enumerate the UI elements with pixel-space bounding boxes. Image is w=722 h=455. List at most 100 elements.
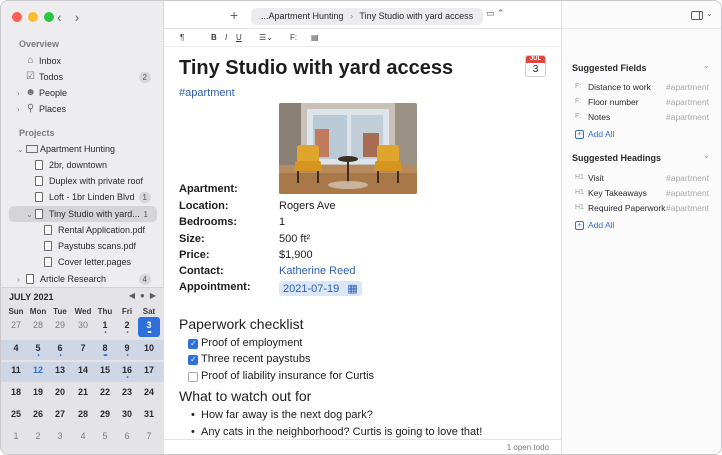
sidebar-item-todos[interactable]: ☑ Todos 2 — [1, 69, 164, 85]
note-editor[interactable]: Tiny Studio with yard access #apartment … — [164, 47, 561, 454]
back-arrow-icon[interactable]: ‹ — [57, 9, 62, 25]
calendar-day[interactable]: 5 — [94, 428, 116, 448]
next-month-icon[interactable]: ▶ — [150, 291, 156, 300]
property-value[interactable]: 1 — [279, 216, 285, 228]
suggested-field-item[interactable]: F: Notes #apartment — [575, 112, 715, 126]
contact-link[interactable]: Katherine Reed — [279, 265, 355, 277]
chevron-down-icon[interactable]: ⌄ — [703, 151, 710, 160]
suggested-fields-title[interactable]: Suggested Fields — [572, 63, 647, 73]
sidebar-item-inbox[interactable]: ⌂ Inbox — [1, 53, 164, 69]
calendar-day[interactable]: 13 — [49, 362, 71, 382]
sidebar-note[interactable]: › Article Research 4 — [1, 271, 164, 287]
calendar-day[interactable]: 10 — [138, 340, 160, 360]
calendar-day[interactable]: 14 — [72, 362, 94, 382]
chevron-down-icon[interactable]: ⌄ — [17, 145, 24, 154]
calendar-day[interactable]: 4 — [5, 340, 27, 360]
sidebar-folder[interactable]: ⌄ Apartment Hunting — [1, 141, 164, 157]
list-style-icon[interactable]: ☰⌄ — [259, 33, 273, 42]
prev-month-icon[interactable]: ◀ — [129, 291, 135, 300]
paragraph-style-icon[interactable]: ¶ — [180, 33, 184, 42]
breadcrumb-current[interactable]: Tiny Studio with yard access — [359, 11, 473, 21]
calendar-day[interactable]: 31 — [138, 406, 160, 426]
calendar-day[interactable]: 8 ••• — [94, 340, 116, 360]
minimize-window-button[interactable] — [28, 12, 38, 22]
checkbox-checked[interactable] — [188, 355, 198, 365]
todo-text[interactable]: Three recent paystubs — [201, 353, 310, 365]
sidebar-note[interactable]: Loft - 1br Linden Blvd 1 — [1, 189, 164, 205]
sidebar-attachment[interactable]: Rental Application.pdf — [1, 222, 164, 238]
watch-heading[interactable]: What to watch out for — [179, 388, 311, 404]
property-value[interactable]: $1,900 — [279, 249, 313, 261]
suggested-field-item[interactable]: F: Floor number #apartment — [575, 97, 715, 111]
chevron-right-icon[interactable]: › — [17, 89, 20, 98]
chevron-down-icon[interactable]: ⌄ — [26, 210, 33, 219]
open-todo-count[interactable]: 1 open todo — [507, 443, 549, 452]
chevron-down-icon[interactable]: ⌄ — [703, 61, 710, 70]
add-all-headings-button[interactable]: + Add All — [575, 220, 614, 230]
calendar-day[interactable]: 19 — [27, 384, 49, 404]
property-value[interactable]: Rogers Ave — [279, 200, 336, 212]
appointment-date-chip[interactable]: 2021-07-19 ▦ — [279, 281, 362, 296]
calendar-day[interactable]: 17 — [138, 362, 160, 382]
checkbox-checked[interactable] — [188, 339, 198, 349]
calendar-day[interactable]: 24 — [138, 384, 160, 404]
suggested-headings-title[interactable]: Suggested Headings — [572, 153, 661, 163]
calendar-day[interactable]: 4 — [72, 428, 94, 448]
sidebar-attachment[interactable]: Paystubs scans.pdf — [1, 238, 164, 254]
apartment-photo[interactable] — [279, 103, 417, 194]
calendar-day[interactable]: 30 — [116, 406, 138, 426]
calendar-day[interactable]: 28 — [27, 317, 49, 337]
calendar-day[interactable]: 27 — [49, 406, 71, 426]
calendar-day[interactable]: 30 — [72, 317, 94, 337]
note-tag[interactable]: #apartment — [179, 87, 235, 99]
bold-button[interactable]: B — [211, 33, 217, 42]
checkbox-unchecked[interactable] — [188, 372, 198, 382]
note-title[interactable]: Tiny Studio with yard access — [179, 57, 453, 80]
chevron-right-icon[interactable]: › — [17, 275, 20, 284]
calendar-day[interactable]: 1 — [5, 428, 27, 448]
calendar-day[interactable]: 21 — [72, 384, 94, 404]
bullet-item[interactable]: Any cats in the neighborhood? Curtis is … — [191, 426, 482, 438]
chevron-down-icon[interactable]: ⌄ — [706, 9, 713, 18]
today-dot-icon[interactable]: ● — [140, 291, 145, 300]
sidebar-note[interactable]: 2br, downtown — [1, 157, 164, 173]
close-window-button[interactable] — [12, 12, 22, 22]
document-menu-icon[interactable]: ▭ ⌃ — [486, 8, 505, 19]
checklist-heading[interactable]: Paperwork checklist — [179, 316, 304, 332]
calendar-day[interactable]: 1 • — [94, 317, 116, 337]
todo-text[interactable]: Proof of liability insurance for Curtis — [201, 370, 374, 382]
insert-table-icon[interactable]: ▤ — [311, 33, 319, 42]
property-value[interactable]: 500 ft² — [279, 233, 310, 245]
italic-button[interactable]: I — [225, 33, 227, 42]
calendar-day[interactable]: 25 — [5, 406, 27, 426]
field-button[interactable]: F: — [290, 33, 297, 42]
calendar-day[interactable]: 20 — [49, 384, 71, 404]
suggested-heading-item[interactable]: H1 Key Takeaways #apartment — [575, 188, 715, 202]
sidebar-toggle-icon[interactable] — [691, 11, 703, 20]
calendar-day[interactable]: 9 • — [116, 340, 138, 360]
calendar-day[interactable]: 3 ••• — [138, 317, 160, 337]
calendar-day[interactable]: 29 — [49, 317, 71, 337]
zoom-window-button[interactable] — [44, 12, 54, 22]
add-all-fields-button[interactable]: + Add All — [575, 129, 614, 139]
sidebar-note[interactable]: Duplex with private roof — [1, 173, 164, 189]
calendar-day[interactable]: 15 — [94, 362, 116, 382]
calendar-day[interactable]: 2 • — [116, 317, 138, 337]
calendar-day[interactable]: 11 — [5, 362, 27, 382]
sidebar-item-places[interactable]: › ⚲ Places — [1, 101, 164, 117]
bullet-text[interactable]: How far away is the next dog park? — [201, 409, 373, 421]
calendar-day[interactable]: 3 — [49, 428, 71, 448]
chevron-right-icon[interactable]: › — [17, 105, 20, 114]
todo-text[interactable]: Proof of employment — [201, 337, 303, 349]
calendar-day[interactable]: 2 — [27, 428, 49, 448]
breadcrumb[interactable]: ...Apartment Hunting › Tiny Studio with … — [251, 8, 484, 25]
calendar-day[interactable]: 29 — [94, 406, 116, 426]
calendar-day[interactable]: 12 — [27, 362, 49, 382]
suggested-heading-item[interactable]: H1 Visit #apartment — [575, 173, 715, 187]
calendar-day[interactable]: 5 • — [27, 340, 49, 360]
calendar-add-icon[interactable]: ▦ — [347, 283, 357, 295]
calendar-day[interactable]: 7 — [138, 428, 160, 448]
calendar-day[interactable]: 18 — [5, 384, 27, 404]
sidebar-note[interactable]: ⌄ Tiny Studio with yard... 1 — [9, 206, 157, 222]
calendar-day[interactable]: 27 — [5, 317, 27, 337]
